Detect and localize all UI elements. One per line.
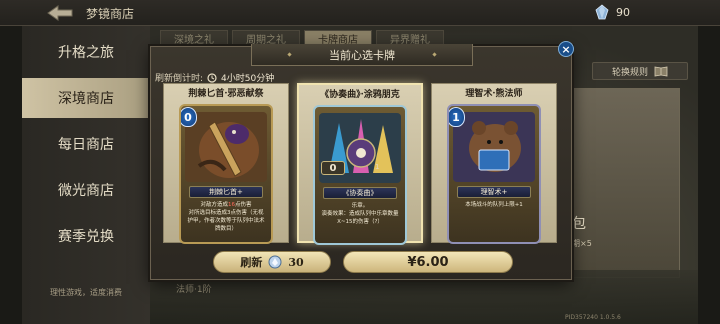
desc-text: 本场战斗的队列上限+1 <box>465 202 523 208</box>
desc-text: 乐章。 <box>351 203 369 209</box>
healthy-gaming-note: 理性游戏，适度消费 <box>50 288 122 297</box>
desc-text: 对所选目标造成3点伤害（无视护甲，作者次数等于队列中法术牌数目） <box>187 210 265 232</box>
card-description: 乐章。 演奏效果：造成队列中乐章数量X~15的伤害（?） <box>321 202 399 226</box>
card-offer-2[interactable]: 《协奏曲》·涂鸦朋克 0 1 《协奏曲》 乐章。 演奏效果：造成队列中乐章数量X… <box>297 83 423 245</box>
background-footer-text: 法师·1阶 <box>176 285 212 295</box>
card-name: 理智术+ <box>457 186 531 198</box>
desc-text: 点伤害 <box>235 202 252 208</box>
currency-display: 90 <box>594 4 630 20</box>
card-selection-dialog: 当前心选卡牌 × 刷新倒计时: 4小时50分钟 荆棘匕首·邪恶献祭 0 荆棘匕首… <box>150 41 574 280</box>
card-art-dagger <box>185 112 267 182</box>
refresh-button[interactable]: 刷新 30 <box>213 251 331 273</box>
card-face: 0 1 《协奏曲》 乐章。 演奏效果：造成队列中乐章数量X~15的伤害（?） <box>313 105 407 245</box>
top-bar: 梦镜商店 90 <box>0 0 720 26</box>
card-offer-title: 理智术·熊法师 <box>465 89 523 99</box>
card-art-bear-mage <box>453 112 535 182</box>
background-pack-label: 包 <box>572 216 586 232</box>
sidebar-item-season-exchange[interactable]: 赛季兑换 <box>22 216 150 256</box>
rotation-rules-label: 轮换规则 <box>611 67 648 78</box>
card-offer-title: 荆棘匕首·邪恶献祭 <box>188 89 264 99</box>
card-face: 1 理智术+ 本场战斗的队列上限+1 <box>447 104 541 244</box>
clock-icon <box>207 72 217 83</box>
card-stat: 1 <box>375 163 380 171</box>
card-cost: 0 <box>321 161 345 175</box>
close-button[interactable]: × <box>558 41 574 57</box>
sidebar-item-daily-shop[interactable]: 每日商店 <box>22 124 150 164</box>
desc-text: 演奏效果：造成队列中乐章数量X~15的伤害（?） <box>321 211 399 225</box>
refresh-label: 刷新 <box>240 256 263 269</box>
gem-icon <box>268 255 282 269</box>
sidebar-item-glimmer-shop[interactable]: 微光商店 <box>22 170 150 210</box>
refresh-cost: 30 <box>288 255 304 269</box>
version-label: PID357240 1.0.5.6 <box>565 314 621 321</box>
background-pack-sub: 期×5 <box>572 239 592 248</box>
desc-number: 16 <box>228 202 235 208</box>
card-name: 荆棘匕首+ <box>189 186 263 198</box>
desc-text: 对敌方造成 <box>200 202 228 208</box>
currency-value: 90 <box>616 5 630 19</box>
gem-icon <box>595 4 609 20</box>
sidebar-item-ascension[interactable]: 升格之旅 <box>22 32 150 72</box>
card-face: 0 荆棘匕首+ 对敌方造成16点伤害 对所选目标造成3点伤害（无视护甲，作者次数… <box>179 104 273 244</box>
purchase-button[interactable]: ¥6.00 <box>343 251 513 273</box>
card-name: 《协奏曲》 <box>323 187 397 199</box>
dialog-title: 当前心选卡牌 <box>251 44 473 66</box>
background-card-pack <box>572 88 680 278</box>
back-arrow-icon[interactable] <box>46 4 74 22</box>
card-description: 本场战斗的队列上限+1 <box>455 201 533 209</box>
card-description: 对敌方造成16点伤害 对所选目标造成3点伤害（无视护甲，作者次数等于队列中法术牌… <box>187 201 265 233</box>
card-offer-3[interactable]: 理智术·熊法师 1 理智术+ 本场战斗的队列上限+1 <box>431 83 557 244</box>
card-offer-1[interactable]: 荆棘匕首·邪恶献祭 0 荆棘匕首+ 对敌方造成16点伤害 对所选目标造成3点伤害… <box>163 83 289 244</box>
card-cost: 1 <box>449 107 465 127</box>
sidebar-item-abyss-shop[interactable]: 深境商店 <box>22 78 150 118</box>
rotation-rules-button[interactable]: 轮换规则 <box>592 62 688 80</box>
card-offer-title: 《协奏曲》·涂鸦朋克 <box>320 90 400 100</box>
shop-title: 梦镜商店 <box>86 7 135 21</box>
book-icon <box>654 66 668 77</box>
card-cost: 0 <box>181 107 197 127</box>
sidebar: 升格之旅 深境商店 每日商店 微光商店 赛季兑换 理性游戏，适度消费 <box>22 26 150 324</box>
